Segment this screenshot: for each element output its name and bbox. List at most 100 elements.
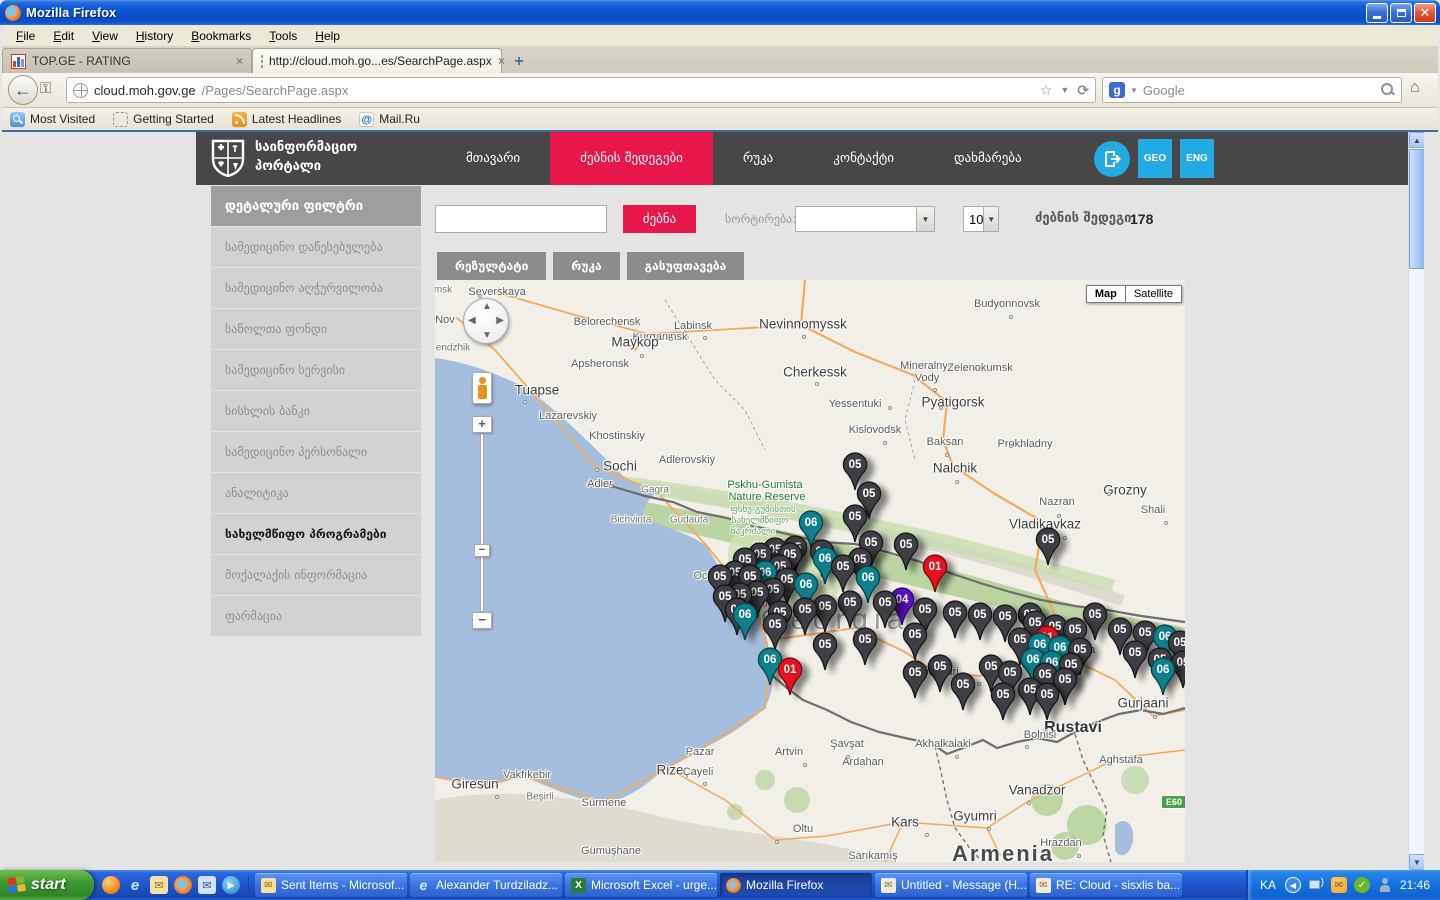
chevron-down-icon[interactable]: ▼ xyxy=(916,207,934,231)
map-marker-05[interactable]: 05 xyxy=(988,679,1018,721)
tray-collapse-icon[interactable]: ◀ xyxy=(1285,877,1301,893)
action-button-2[interactable]: გასუფთავება xyxy=(627,252,745,280)
map-type-satellite-button[interactable]: Satellite xyxy=(1125,285,1182,303)
bookmark-mailru[interactable]: @Mail.Ru xyxy=(359,112,420,127)
outlook-reminder-icon[interactable]: ✉ xyxy=(1331,877,1347,893)
menu-help[interactable]: Help xyxy=(307,27,348,45)
sidebar-item-6[interactable]: სამედიცინო პერსონალი xyxy=(211,432,421,472)
sort-select[interactable]: ▼ xyxy=(795,206,935,232)
taskbar-button-3[interactable]: Mozilla Firefox xyxy=(720,873,872,897)
menu-file[interactable]: File xyxy=(8,27,43,45)
minimize-button[interactable] xyxy=(1366,3,1388,23)
scroll-up-icon[interactable]: ▲ xyxy=(1409,132,1424,148)
google-map[interactable]: mskSeverskayaKurganinskBelorechenskLabin… xyxy=(435,280,1185,862)
taskbar-button-0[interactable]: ✉Sent Items - Microsof... xyxy=(255,873,407,897)
zoom-slider-track[interactable] xyxy=(480,433,484,612)
svg-text:06: 06 xyxy=(739,609,752,621)
page-scrollbar[interactable]: ▲ ▼ xyxy=(1408,132,1424,870)
tab-searchpage[interactable]: http://cloud.moh.go...es/SearchPage.aspx… xyxy=(252,48,502,73)
antivirus-check-icon[interactable]: ✓ xyxy=(1354,877,1370,893)
chevron-down-icon[interactable]: ▼ xyxy=(983,207,998,231)
sidebar-item-3[interactable]: საწოლთა ფონდი xyxy=(211,309,421,349)
wmp-quicklaunch-icon[interactable]: ▶ xyxy=(222,876,240,894)
url-bar[interactable]: cloud.moh.gov.ge/Pages/SearchPage.aspx ☆… xyxy=(66,77,1096,103)
ie-quicklaunch-icon[interactable]: e xyxy=(126,876,144,894)
window-titlebar[interactable]: Mozilla Firefox ✕ xyxy=(0,0,1440,25)
map-marker-05[interactable]: 05 xyxy=(900,657,930,699)
map-marker-05[interactable]: 05 xyxy=(810,629,840,671)
map-marker-05[interactable]: 05 xyxy=(891,529,921,571)
zoom-slider-handle[interactable]: − xyxy=(474,544,490,557)
page-size-select[interactable]: 10▼ xyxy=(963,206,999,232)
map-marker-05[interactable]: 05 xyxy=(850,624,880,666)
close-button[interactable]: ✕ xyxy=(1414,3,1436,23)
reload-icon[interactable]: ⟳ xyxy=(1077,82,1089,99)
map-marker-05[interactable]: 05 xyxy=(948,669,978,711)
taskbar-button-5[interactable]: ✉RE: Cloud - sisxlis ba... xyxy=(1030,873,1182,897)
search-bar[interactable]: g ▼ Google xyxy=(1102,77,1402,103)
engine-dropdown-icon[interactable]: ▼ xyxy=(1130,86,1138,95)
tab-close-icon[interactable]: × xyxy=(498,54,505,68)
action-button-0[interactable]: რეზულტატი xyxy=(437,252,546,280)
network-icon[interactable] xyxy=(1308,877,1324,893)
bookmark-latest-headlines[interactable]: Latest Headlines xyxy=(232,112,341,127)
map-pan-control[interactable]: ▲ ▼ ◀ ▶ xyxy=(463,298,509,344)
map-marker-01[interactable]: 01 xyxy=(775,654,805,696)
language-indicator[interactable]: KA xyxy=(1260,878,1276,892)
bookmark-most-visited[interactable]: Most Visited xyxy=(10,112,95,127)
sidebar-item-10[interactable]: ფარმაცია xyxy=(211,596,421,636)
site-identity-globe-icon[interactable] xyxy=(73,83,88,98)
zoom-out-button[interactable]: − xyxy=(472,612,492,629)
search-input[interactable] xyxy=(435,205,607,233)
outlook-quicklaunch-icon[interactable]: ✉ xyxy=(150,876,168,894)
orange-ball-quicklaunch-icon[interactable] xyxy=(102,876,120,894)
map-marker-05[interactable]: 05 xyxy=(1032,679,1062,721)
taskbar-button-2[interactable]: XMicrosoft Excel - urge... xyxy=(565,873,717,897)
map-marker-05[interactable]: 05 xyxy=(870,587,900,629)
scroll-thumb[interactable] xyxy=(1409,149,1424,269)
back-button[interactable]: ← xyxy=(8,75,38,105)
mailblue-quicklaunch-icon[interactable]: ✉ xyxy=(198,876,216,894)
url-dropdown-icon[interactable]: ▼ xyxy=(1060,85,1069,95)
scroll-down-icon[interactable]: ▼ xyxy=(1409,854,1424,870)
sidebar-item-2[interactable]: სამედიცინო აღჭურვილობა xyxy=(211,268,421,308)
firefox-quicklaunch-icon[interactable] xyxy=(174,876,192,894)
menu-tools[interactable]: Tools xyxy=(261,27,305,45)
taskbar-button-4[interactable]: ✉Untitled - Message (H... xyxy=(875,873,1027,897)
tab-topge[interactable]: TOP.GE - RATING × xyxy=(2,48,252,73)
menu-bookmarks[interactable]: Bookmarks xyxy=(183,27,259,45)
keyhole-forward-icon[interactable]: ⚿ xyxy=(40,80,62,100)
search-magnifier-icon[interactable] xyxy=(1381,83,1395,97)
taskbar-button-1[interactable]: eAlexander Turdziladz... xyxy=(410,873,562,897)
site-logo[interactable]: საინფორმაციოპორტალი xyxy=(211,139,357,177)
menu-edit[interactable]: Edit xyxy=(45,27,82,45)
map-marker-06[interactable]: 06 xyxy=(730,599,760,641)
restore-button[interactable] xyxy=(1390,3,1412,23)
sidebar-item-1[interactable]: სამედიცინო დაწესებულება xyxy=(211,227,421,267)
bookmark-star-icon[interactable]: ☆ xyxy=(1040,82,1053,99)
home-button[interactable]: ⌂ xyxy=(1410,79,1432,99)
messenger-icon[interactable] xyxy=(1377,877,1393,893)
sidebar-item-0[interactable]: დეტალური ფილტრი xyxy=(211,186,421,226)
start-button[interactable]: start xyxy=(0,870,94,900)
street-view-pegman[interactable] xyxy=(472,372,492,404)
map-marker-05[interactable]: 05 xyxy=(1033,524,1063,566)
lang-eng-button[interactable]: ENG xyxy=(1180,139,1214,178)
sidebar-item-9[interactable]: მოქალაქის ინფორმაცია xyxy=(211,555,421,595)
menu-view[interactable]: View xyxy=(84,27,126,45)
sidebar-item-5[interactable]: სისხლის ბანკი xyxy=(211,391,421,431)
search-button[interactable]: ძებნა xyxy=(623,205,696,233)
map-marker-01[interactable]: 01 xyxy=(920,551,950,593)
bookmark-getting-started[interactable]: Getting Started xyxy=(113,112,214,127)
google-engine-icon[interactable]: g xyxy=(1109,82,1125,98)
sidebar-item-8[interactable]: სახელმწიფო პროგრამები xyxy=(211,514,421,554)
map-type-map-button[interactable]: Map xyxy=(1086,285,1125,303)
map-marker-06[interactable]: 06 xyxy=(1148,654,1178,696)
action-button-1[interactable]: რუკა xyxy=(553,252,619,280)
sidebar-item-4[interactable]: სამედიცინო სერვისი xyxy=(211,350,421,390)
tab-close-icon[interactable]: × xyxy=(236,54,243,68)
zoom-in-button[interactable]: + xyxy=(472,416,492,433)
new-tab-button[interactable]: + xyxy=(506,51,532,73)
menu-history[interactable]: History xyxy=(128,27,181,45)
sidebar-item-7[interactable]: ანალიტიკა xyxy=(211,473,421,513)
